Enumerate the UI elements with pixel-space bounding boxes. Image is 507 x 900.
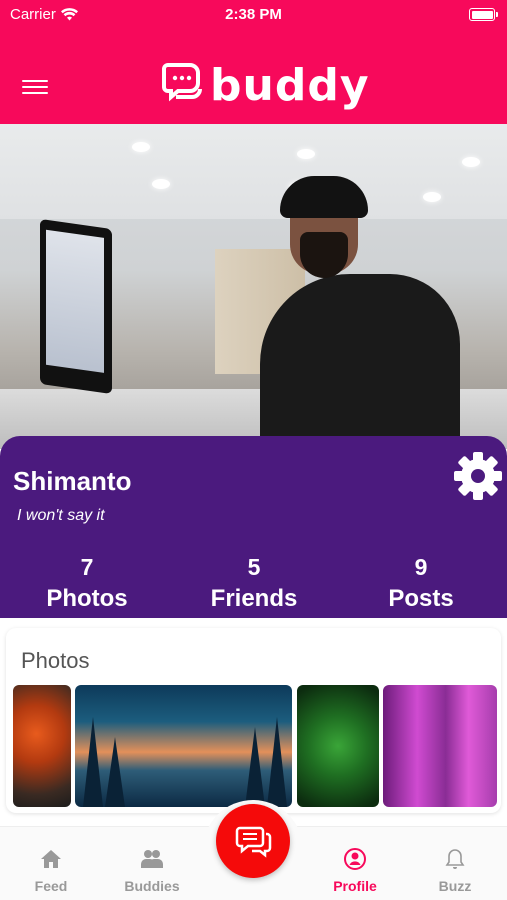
bell-icon xyxy=(445,849,465,869)
users-icon xyxy=(141,850,163,868)
photo-thumbnail[interactable] xyxy=(13,685,71,807)
photos-section: Photos xyxy=(6,628,501,813)
profile-status: I won't say it xyxy=(17,507,105,524)
tab-label: Buddies xyxy=(124,878,180,894)
stat-posts[interactable]: 9 Posts xyxy=(351,554,491,613)
home-icon xyxy=(41,850,61,868)
stat-friends[interactable]: 5 Friends xyxy=(184,554,324,613)
menu-button[interactable] xyxy=(22,80,48,98)
stat-label: Photos xyxy=(46,585,128,612)
clock: 2:38 PM xyxy=(225,6,282,23)
tab-label: Feed xyxy=(34,878,68,894)
stat-photos[interactable]: 7 Photos xyxy=(17,554,157,613)
profile-name: Shimanto xyxy=(13,466,132,496)
photo-thumbnail[interactable] xyxy=(297,685,379,807)
tab-buddies[interactable]: Buddies xyxy=(107,827,197,900)
gear-icon[interactable] xyxy=(452,450,504,502)
tab-profile[interactable]: Profile xyxy=(310,827,400,900)
chat-bubble-logo-icon xyxy=(162,62,202,101)
tab-buzz[interactable]: Buzz xyxy=(410,827,500,900)
app-logo: buddy xyxy=(162,60,370,111)
photo-thumbnail[interactable] xyxy=(75,685,292,807)
cover-photo xyxy=(0,124,507,449)
stat-label: Friends xyxy=(210,585,298,612)
app-header: Carrier 2:38 PM buddy xyxy=(0,0,507,124)
tab-label: Profile xyxy=(333,878,377,894)
stat-label: Posts xyxy=(388,585,454,612)
profile-icon xyxy=(344,848,366,870)
photo-thumbnail[interactable] xyxy=(383,685,497,807)
profile-card: Shimanto I won't say it 7 Photos 5 Frien… xyxy=(0,436,507,618)
status-bar: Carrier 2:38 PM xyxy=(0,0,507,30)
stat-value: 9 xyxy=(414,554,428,580)
stat-value: 5 xyxy=(247,554,261,580)
photos-title: Photos xyxy=(21,648,90,673)
chat-icon xyxy=(235,826,272,858)
stat-value: 7 xyxy=(80,554,94,580)
profile-stats: 7 Photos 5 Friends 9 Posts xyxy=(0,554,507,616)
tab-label: Buzz xyxy=(438,878,472,894)
chat-button[interactable] xyxy=(216,804,290,878)
battery-icon xyxy=(469,8,498,21)
tab-feed[interactable]: Feed xyxy=(6,827,96,900)
logo-text: buddy xyxy=(210,60,370,111)
